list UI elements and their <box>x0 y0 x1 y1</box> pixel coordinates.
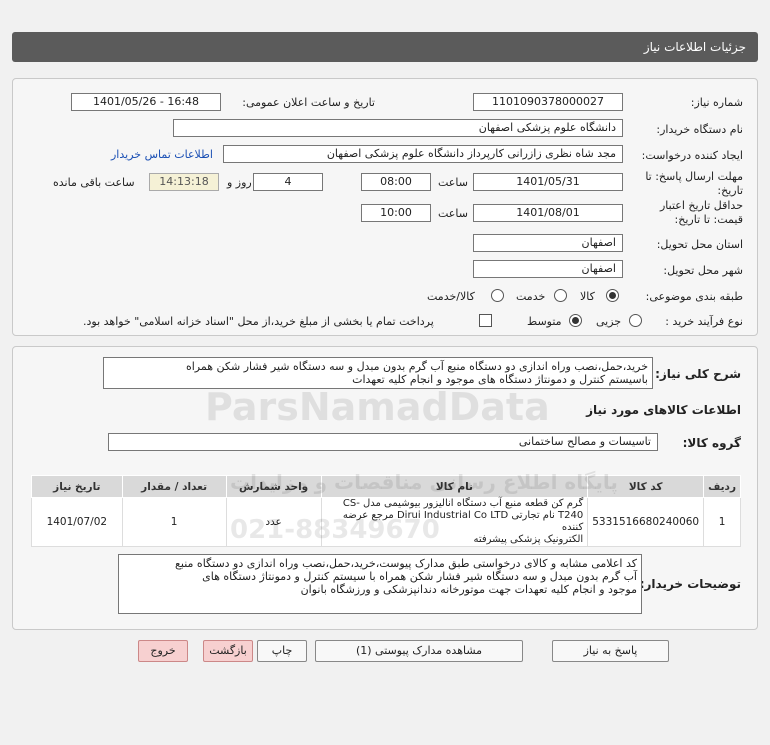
days-label: روز و <box>227 176 252 189</box>
deadline-label-2: تاریخ: <box>717 184 743 197</box>
need-details-panel: شرح کلی نیاز: خرید،حمل،نصب وراه اندازی د… <box>12 346 758 630</box>
cell-name-line-2: T240 نام تجارتی Dirui Industrial Co LTD … <box>342 510 584 533</box>
reply-button[interactable]: پاسخ به نیاز <box>552 640 669 662</box>
col-date: تاریخ نیاز <box>31 475 123 498</box>
buyer-notes-textarea: کد اعلامی مشابه و کالای درخواستی طبق مدا… <box>118 554 642 614</box>
validity-time-label: ساعت <box>438 207 468 220</box>
process-label: نوع فرآیند خرید : <box>665 315 743 328</box>
buyer-notes-line-1: کد اعلامی مشابه و کالای درخواستی طبق مدا… <box>175 557 637 570</box>
summary-textarea: خرید،حمل،نصب وراه اندازی دو دستگاه منبع … <box>103 357 653 389</box>
buyer-notes-line-3: موجود و انجام کلیه تعهدات جهت موتورخانه … <box>300 583 637 596</box>
page-title: جزئیات اطلاعات نیاز <box>643 40 746 54</box>
attachments-button[interactable]: مشاهده مدارک پیوستی (1) <box>315 640 523 662</box>
buyer-contact-link[interactable]: اطلاعات تماس خریدار <box>111 148 213 161</box>
category-radio-goods-service[interactable] <box>491 289 504 302</box>
buyer-org-label: نام دستگاه خریدار: <box>656 123 743 136</box>
goods-table-header: ردیف کد کالا نام کالا واحد شمارش تعداد /… <box>31 475 741 498</box>
validity-label-1: حداقل تاریخ اعتبار <box>659 199 743 212</box>
exit-button[interactable]: خروج <box>138 640 188 662</box>
need-info-panel: شماره نیاز: 1101090378000027 تاریخ و ساع… <box>12 78 758 336</box>
page-header: جزئیات اطلاعات نیاز <box>12 32 758 62</box>
category-option-goods-service: کالا/خدمت <box>427 290 475 303</box>
goods-table: ردیف کد کالا نام کالا واحد شمارش تعداد /… <box>31 475 741 547</box>
need-number-label: شماره نیاز: <box>690 96 743 109</box>
cell-row: 1 <box>703 497 741 547</box>
cell-name-line-1: گرم کن قطعه منبع آب دستگاه انالیزور بیوش… <box>342 498 584 509</box>
goods-info-title: اطلاعات کالاهای مورد نیاز <box>586 403 741 417</box>
col-qty: تعداد / مقدار <box>121 475 227 498</box>
col-code: کد کالا <box>587 475 705 498</box>
category-radio-service[interactable] <box>554 289 567 302</box>
cell-name: گرم کن قطعه منبع آب دستگاه انالیزور بیوش… <box>320 497 589 547</box>
buyer-notes-label: توضیحات خریدار: <box>639 577 741 591</box>
summary-label: شرح کلی نیاز: <box>655 367 741 381</box>
requester-field: مجد شاه نظری زازرانی کارپرداز دانشگاه عل… <box>223 145 623 163</box>
category-option-service: خدمت <box>516 290 546 303</box>
process-radio-medium[interactable] <box>569 314 582 327</box>
category-radio-goods[interactable] <box>606 289 619 302</box>
goods-group-field: تاسیسات و مصالح ساختمانی <box>108 433 658 451</box>
process-option-minor: جزیی <box>596 315 622 328</box>
cell-code: 5331516680240060 <box>587 497 705 547</box>
goods-group-label: گروه کالا: <box>682 436 741 450</box>
need-number-field: 1101090378000027 <box>473 93 623 111</box>
process-radio-minor[interactable] <box>629 314 642 327</box>
announce-date-label: تاریخ و ساعت اعلان عمومی: <box>242 96 375 109</box>
province-label: استان محل تحویل: <box>656 238 743 251</box>
table-row: 1 5331516680240060 گرم کن قطعه منبع آب د… <box>31 497 741 547</box>
buyer-org-field: دانشگاه علوم پزشکی اصفهان <box>173 119 623 137</box>
cell-date: 1401/07/02 <box>31 497 123 547</box>
buyer-notes-line-2: آب گرم بدون مبدل و سه دستگاه شیر فشار شک… <box>202 570 637 583</box>
validity-date-field: 1401/08/01 <box>473 204 623 222</box>
city-field: اصفهان <box>473 260 623 278</box>
remaining-time-label: ساعت باقی مانده <box>53 176 135 189</box>
summary-line-1: خرید،حمل،نصب وراه اندازی دو دستگاه منبع … <box>185 360 648 373</box>
announce-date-field: 1401/05/26 - 16:48 <box>71 93 221 111</box>
deadline-time-label: ساعت <box>438 176 468 189</box>
treasury-payment-note: پرداخت تمام یا بخشی از مبلغ خرید،از محل … <box>83 315 434 328</box>
days-field: 4 <box>253 173 323 191</box>
cell-unit: عدد <box>225 497 322 547</box>
validity-time-field: 10:00 <box>361 204 431 222</box>
treasury-payment-checkbox[interactable] <box>479 314 492 327</box>
back-button[interactable]: بازگشت <box>203 640 253 662</box>
print-button[interactable]: چاپ <box>257 640 307 662</box>
requester-label: ایجاد کننده درخواست: <box>641 149 743 162</box>
cell-name-line-3: الکترونیک پزشکی پیشرفته <box>473 534 584 545</box>
process-option-medium: متوسط <box>527 315 562 328</box>
deadline-time-field: 08:00 <box>361 173 431 191</box>
col-name: نام کالا <box>320 475 589 498</box>
category-label: طبقه بندی موضوعی: <box>645 290 743 303</box>
validity-label-2: قیمت: تا تاریخ: <box>674 213 743 226</box>
province-field: اصفهان <box>473 234 623 252</box>
cell-qty: 1 <box>121 497 227 547</box>
city-label: شهر محل تحویل: <box>663 264 743 277</box>
category-option-goods: کالا <box>580 290 595 303</box>
deadline-label-1: مهلت ارسال پاسخ: تا <box>645 170 743 183</box>
col-row: ردیف <box>703 475 741 498</box>
deadline-date-field: 1401/05/31 <box>473 173 623 191</box>
summary-line-2: باسیستم کنترل و دمونتاژ دستگاه های موجود… <box>352 373 648 386</box>
col-unit: واحد شمارش <box>225 475 322 498</box>
remaining-time-field: 14:13:18 <box>149 173 219 191</box>
